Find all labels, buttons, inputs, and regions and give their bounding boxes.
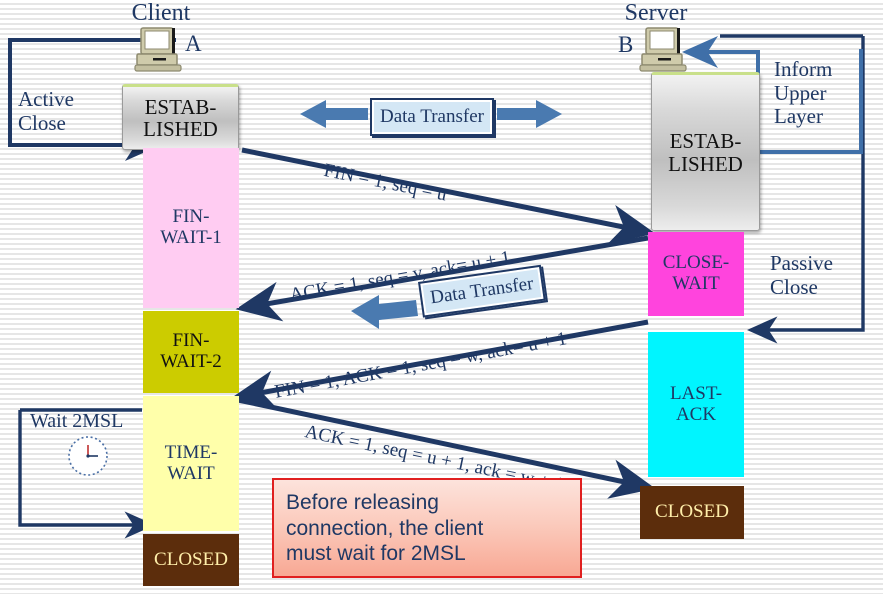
message-label-fin-2: FIN = 1, ACK = 1, seq = w, ack= u + 1 <box>272 328 569 403</box>
active-close-line1: Active <box>18 87 74 111</box>
active-close-line2: Close <box>18 110 66 135</box>
tcp-connection-termination-diagram: Client A ESTAB- LISHED FIN- WAIT-1 FIN- … <box>0 0 883 594</box>
server-state-established: ESTAB- LISHED <box>651 72 760 231</box>
server-computer-icon <box>638 26 690 74</box>
close-wait-line2: WAIT <box>672 273 720 294</box>
close-wait-line1: CLOSE- <box>662 252 730 274</box>
server-title: Server <box>624 0 688 26</box>
client-title: Client <box>131 0 191 26</box>
passive-close-line2: Close <box>770 274 818 299</box>
inform-upper-line3: Layer <box>774 104 823 129</box>
fin-wait-2-line2: WAIT-2 <box>160 351 222 372</box>
fin-wait-1-line1: FIN- <box>172 206 210 228</box>
time-wait-line2: WAIT <box>167 462 215 484</box>
client-state-time-wait: TIME- WAIT <box>143 396 239 531</box>
data-transfer-arrow-left <box>300 100 368 128</box>
client-state-closed: CLOSED <box>143 534 239 586</box>
client-closed-label: CLOSED <box>154 548 228 570</box>
server-node-letter: B <box>618 32 634 57</box>
server-established-line1: ESTAB- <box>669 129 742 154</box>
inform-upper-layer-label: Inform Upper Layer <box>774 57 833 129</box>
wait-2msl-label: Wait 2MSL <box>30 410 124 432</box>
inform-upper-line2: Upper <box>774 80 827 105</box>
fin-wait-1-line2: WAIT-1 <box>160 227 222 248</box>
callout-line3: must wait for 2MSL <box>286 542 466 566</box>
last-ack-line1: LAST- <box>669 382 723 404</box>
client-established-line2: LISHED <box>143 117 218 141</box>
server-closed-label: CLOSED <box>655 501 729 523</box>
server-established-line2: LISHED <box>668 151 743 176</box>
data-transfer-arrow-right <box>497 100 562 128</box>
passive-close-line1: Passive <box>770 251 833 275</box>
callout-2msl-note: Before releasing connection, the client … <box>272 478 582 578</box>
server-state-last-ack: LAST- ACK <box>648 332 744 477</box>
inform-upper-line1: Inform <box>774 57 833 81</box>
server-state-closed: CLOSED <box>640 486 744 539</box>
callout-line1: Before releasing <box>286 491 439 514</box>
callout-line2: connection, the client <box>286 516 484 540</box>
message-label-fin-1: FIN = 1, seq = u <box>322 159 449 206</box>
time-wait-line1: TIME- <box>164 441 218 463</box>
last-ack-line2: ACK <box>675 403 717 425</box>
server-state-close-wait: CLOSE- WAIT <box>648 232 744 316</box>
data-transfer-chip-top: Data Transfer <box>370 98 494 136</box>
fin-wait-2-line1: FIN- <box>172 330 210 352</box>
client-established-line1: ESTAB- <box>144 94 217 119</box>
data-transfer-arrow-lower <box>351 295 418 329</box>
client-computer-icon <box>133 26 185 74</box>
client-state-fin-wait-1: FIN- WAIT-1 <box>143 148 239 308</box>
client-node-letter: A <box>185 31 202 56</box>
client-state-fin-wait-2: FIN- WAIT-2 <box>143 311 239 393</box>
passive-close-label: Passive Close <box>770 251 833 299</box>
clock-icon <box>65 433 111 479</box>
message-arrow-ack-2 <box>237 397 656 499</box>
client-state-established: ESTAB- LISHED <box>122 84 239 150</box>
active-close-label: Active Close <box>18 87 74 135</box>
